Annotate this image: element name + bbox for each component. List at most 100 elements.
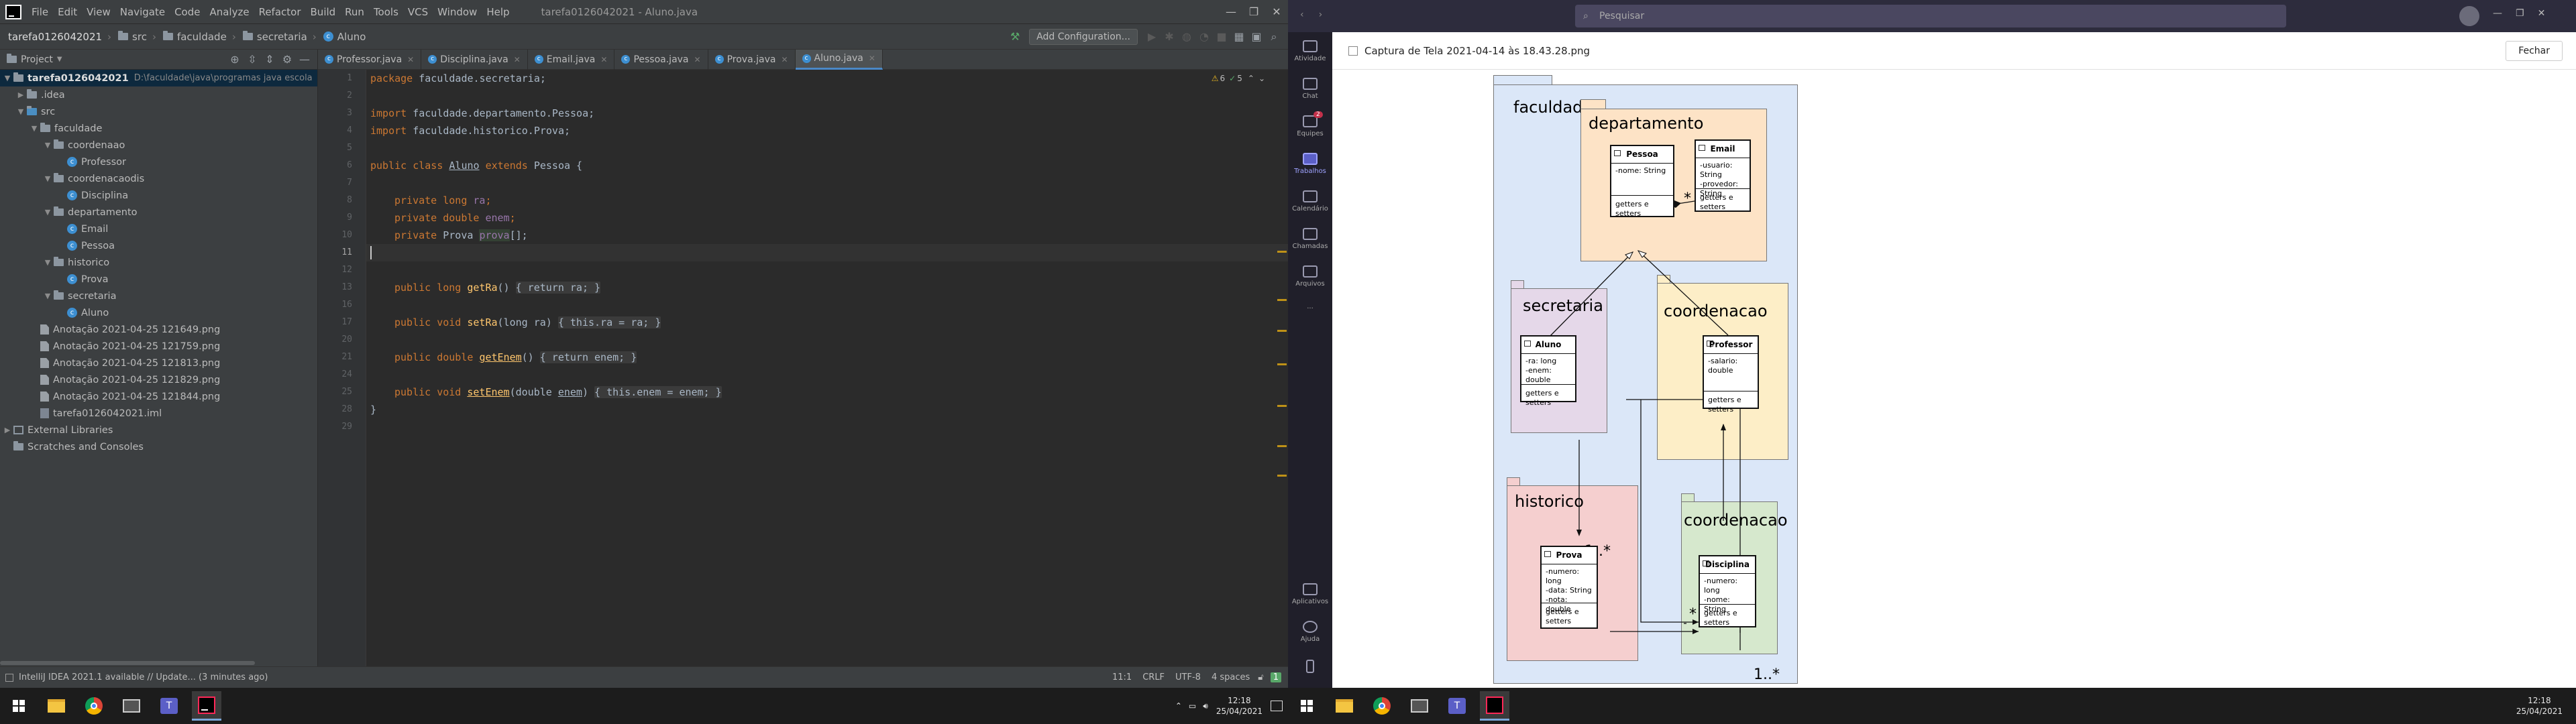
close-tab-icon[interactable]: ✕: [869, 54, 875, 63]
breadcrumb-src[interactable]: src: [132, 31, 147, 43]
run-icon[interactable]: ▶: [1143, 28, 1161, 46]
close-tab-icon[interactable]: ✕: [600, 55, 607, 64]
volume-icon[interactable]: 🔊︎: [1203, 701, 1208, 711]
editor-tab[interactable]: c Disciplina.java ✕: [421, 49, 528, 70]
tree-item-historico[interactable]: ▼ historico: [0, 254, 317, 271]
locate-icon[interactable]: ⊕: [226, 51, 244, 68]
mail-icon[interactable]: [1405, 691, 1434, 721]
inspection-widget[interactable]: ⚠ 6 ✓ 5 ⌃ ⌄: [1212, 74, 1265, 83]
editor-tab[interactable]: c Prova.java ✕: [708, 49, 796, 70]
gear-icon[interactable]: ⚙: [278, 51, 296, 68]
file-explorer-icon[interactable]: [42, 691, 71, 721]
tree-item-file[interactable]: Anotação 2021-04-25 121649.png: [0, 321, 317, 338]
tree-item-aluno[interactable]: c Aluno: [0, 304, 317, 321]
menu-item-run[interactable]: Run: [340, 0, 369, 24]
breadcrumb-aluno[interactable]: Aluno: [337, 31, 366, 43]
menu-item-navigate[interactable]: Navigate: [115, 0, 170, 24]
menu-item-help[interactable]: Help: [482, 0, 514, 24]
add-configuration-button[interactable]: Add Configuration...: [1029, 28, 1138, 45]
menu-item-edit[interactable]: Edit: [53, 0, 82, 24]
minimize-icon[interactable]: —: [1220, 0, 1242, 24]
menu-item-window[interactable]: Window: [433, 0, 482, 24]
menu-item-view[interactable]: View: [82, 0, 115, 24]
chevron-up-icon[interactable]: ⌃: [1175, 701, 1182, 711]
menu-item-refactor[interactable]: Refactor: [254, 0, 306, 24]
tree-item-idea[interactable]: ▶ .idea: [0, 86, 317, 103]
editor-tab[interactable]: c Aluno.java ✕: [795, 49, 883, 70]
windows-start-icon[interactable]: [4, 691, 34, 721]
close-viewer-button[interactable]: Fechar: [2506, 40, 2563, 61]
more-apps-icon[interactable]: ···: [1288, 295, 1332, 322]
tree-item-file[interactable]: Anotação 2021-04-25 121844.png: [0, 388, 317, 405]
mail-icon[interactable]: [117, 691, 146, 721]
caret-position[interactable]: 11:1: [1112, 672, 1132, 682]
hide-icon[interactable]: —: [296, 51, 313, 68]
status-message[interactable]: IntelliJ IDEA 2021.1 available // Update…: [19, 672, 268, 682]
rail-apps[interactable]: Aplicativos: [1288, 575, 1332, 613]
clock-date[interactable]: 25/04/2021: [2516, 706, 2563, 717]
rail-assignments[interactable]: Trabalhos: [1288, 145, 1332, 182]
tree-item-professor[interactable]: c Professor: [0, 154, 317, 170]
tree-item-email[interactable]: c Email: [0, 221, 317, 237]
layout-icon[interactable]: ▣: [1248, 28, 1265, 46]
rail-chat[interactable]: Chat: [1288, 70, 1332, 107]
intellij-taskbar-icon[interactable]: [1480, 691, 1509, 721]
chrome-icon[interactable]: [79, 691, 109, 721]
tree-item-coordenacaodis[interactable]: ▼ coordenacaodis: [0, 170, 317, 187]
hammer-icon[interactable]: ⚒: [1006, 28, 1024, 46]
event-log-icon[interactable]: 1: [1270, 672, 1281, 682]
error-stripe-mark[interactable]: [1277, 363, 1287, 365]
avatar[interactable]: [2459, 6, 2479, 26]
tree-item-scratches[interactable]: Scratches and Consoles: [0, 438, 317, 455]
tree-item-faculdade[interactable]: ▼ faculdade: [0, 120, 317, 137]
notification-icon[interactable]: [1271, 701, 1283, 711]
clock-date[interactable]: 25/04/2021: [1216, 706, 1263, 717]
coverage-icon[interactable]: ◍: [1178, 28, 1195, 46]
clock-time[interactable]: 12:18: [2516, 695, 2563, 706]
tree-item-coordenaao[interactable]: ▼ coordenaao: [0, 137, 317, 154]
project-structure-icon[interactable]: ▦: [1230, 28, 1248, 46]
profile-icon[interactable]: ◔: [1195, 28, 1213, 46]
expand-all-icon[interactable]: ⇳: [244, 51, 261, 68]
intellij-taskbar-icon[interactable]: [192, 691, 221, 721]
error-stripe-mark[interactable]: [1277, 475, 1287, 477]
device-icon[interactable]: [1288, 649, 1332, 686]
menu-item-analyze[interactable]: Analyze: [205, 0, 254, 24]
chrome-icon[interactable]: [1367, 691, 1397, 721]
forward-icon[interactable]: ›: [1319, 9, 1323, 20]
indent-setting[interactable]: 4 spaces: [1212, 672, 1250, 682]
tool-window-toggle-icon[interactable]: [5, 673, 13, 682]
menu-item-tools[interactable]: Tools: [369, 0, 403, 24]
rail-teams[interactable]: Equipes 2: [1288, 107, 1332, 145]
file-encoding[interactable]: UTF-8: [1175, 672, 1201, 682]
close-tab-icon[interactable]: ✕: [407, 55, 414, 64]
collapse-all-icon[interactable]: ⇕: [261, 51, 278, 68]
menu-item-build[interactable]: Build: [306, 0, 341, 24]
tree-item-file[interactable]: Anotação 2021-04-25 121813.png: [0, 355, 317, 371]
chevron-down-icon[interactable]: ⌄: [1258, 74, 1265, 83]
error-stripe-mark[interactable]: [1277, 299, 1287, 301]
close-icon[interactable]: ✕: [2538, 8, 2546, 19]
menu-item-vcs[interactable]: VCS: [403, 0, 433, 24]
error-stripe-mark[interactable]: [1277, 251, 1287, 253]
tree-item-prova[interactable]: c Prova: [0, 271, 317, 288]
stop-icon[interactable]: ■: [1213, 28, 1230, 46]
debug-icon[interactable]: ✱: [1161, 28, 1178, 46]
breadcrumb-secretaria[interactable]: secretaria: [257, 31, 307, 43]
maximize-icon[interactable]: ❐: [2516, 8, 2524, 19]
search-box[interactable]: ⌕ Pesquisar: [1575, 5, 2286, 27]
code-editor[interactable]: ⚠ 6 ✓ 5 ⌃ ⌄ package faculdade.secretaria; i…: [366, 70, 1288, 666]
tree-item-file[interactable]: tarefa0126042021.iml: [0, 405, 317, 422]
editor-tab[interactable]: c Pessoa.java ✕: [614, 49, 708, 70]
tree-item-external-libraries[interactable]: ▶ External Libraries: [0, 422, 317, 438]
rail-activity[interactable]: Atividade: [1288, 32, 1332, 70]
chevron-up-icon[interactable]: ⌃: [1248, 74, 1254, 83]
project-view-selector[interactable]: Project ▼: [0, 54, 62, 65]
menu-item-file[interactable]: File: [27, 0, 53, 24]
rail-files[interactable]: Arquivos: [1288, 257, 1332, 295]
rail-calls[interactable]: Chamadas: [1288, 220, 1332, 257]
close-tab-icon[interactable]: ✕: [781, 55, 788, 64]
editor-tab[interactable]: c Email.java ✕: [528, 49, 615, 70]
lock-icon[interactable]: 🔓︎: [1258, 672, 1263, 682]
close-tab-icon[interactable]: ✕: [514, 55, 521, 64]
